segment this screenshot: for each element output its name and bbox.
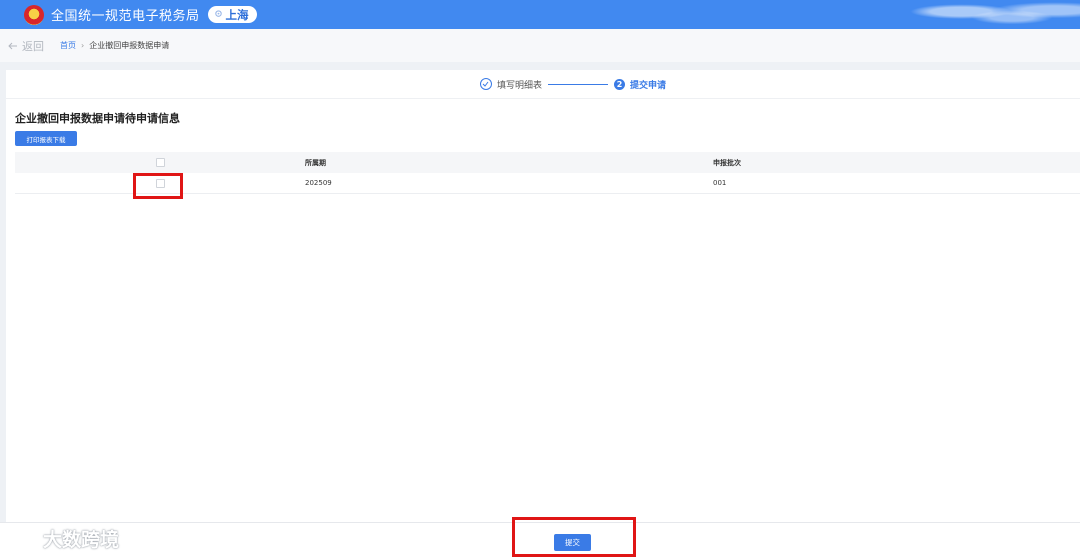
watermark-logo-icon — [9, 530, 38, 546]
breadcrumb-current: 企业撤回申报数据申请 — [89, 41, 170, 50]
watermark-text: 大数跨境 — [43, 529, 120, 551]
location-pin-icon — [214, 10, 222, 17]
cell-batch: 001 — [713, 179, 727, 187]
breadcrumb-home[interactable]: 首页 — [60, 40, 76, 51]
section-title: 企业撤回申报数据申请待申请信息 — [15, 112, 180, 125]
highlight-box-submit — [512, 517, 636, 557]
table-header: 所属期 申报批次 — [15, 152, 1080, 173]
print-report-download-button[interactable]: 打印报表下载 — [15, 131, 77, 146]
step-indicator: 填写明细表 2 提交申请 — [6, 70, 1080, 99]
table-row: 202509 001 — [15, 172, 1080, 199]
column-header-batch: 申报批次 — [713, 158, 741, 167]
check-circle-icon — [479, 78, 492, 90]
select-all-checkbox[interactable] — [155, 158, 165, 167]
row-checkbox-cell — [15, 172, 305, 199]
breadcrumb: 返回 首页 › 企业撤回申报数据申请 — [0, 29, 1080, 62]
step-label: 填写明细表 — [496, 80, 542, 91]
back-label: 返回 — [22, 39, 44, 53]
step-label: 提交申请 — [630, 80, 667, 91]
back-button[interactable]: 返回 — [8, 38, 44, 54]
header-decoration — [910, 0, 1080, 29]
watermark: 大数跨境 — [8, 525, 119, 552]
top-header: 全国统一规范电子税务局 上海 — [0, 0, 1080, 29]
cell-period: 202509 — [305, 179, 332, 187]
footer-bar: 大数跨境 提交 — [0, 517, 1080, 558]
column-header-period: 所属期 — [305, 158, 326, 167]
step-number: 2 — [614, 78, 625, 90]
region-selector[interactable]: 上海 — [207, 6, 257, 23]
pending-table: 所属期 申报批次 202509 001 — [15, 152, 1080, 199]
region-label: 上海 — [225, 7, 249, 22]
header-checkbox-cell — [15, 158, 305, 167]
step-connector — [548, 83, 608, 85]
arrow-left-icon — [8, 42, 17, 49]
breadcrumb-separator: › — [81, 41, 85, 50]
site-title: 全国统一规范电子税务局 — [51, 9, 200, 24]
main-panel: 填写明细表 2 提交申请 企业撤回申报数据申请待申请信息 打印报表下载 所属期 … — [6, 70, 1080, 522]
step-submit-application: 2 提交申请 — [614, 78, 666, 91]
tax-emblem-icon — [24, 4, 44, 25]
step-fill-detail: 填写明细表 — [479, 78, 542, 91]
highlight-box-checkbox — [133, 172, 183, 199]
